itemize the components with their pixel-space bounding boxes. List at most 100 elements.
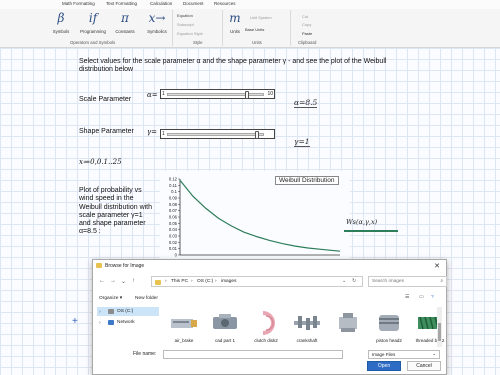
alpha-slider[interactable]: 1 10: [160, 89, 275, 99]
tab-resources[interactable]: Resources: [214, 1, 236, 6]
intro-text: Select values for the scale parameter α …: [79, 58, 387, 74]
chevron-down-icon[interactable]: ⌄: [342, 279, 346, 284]
up-icon[interactable]: ↑: [132, 278, 135, 284]
file-item[interactable]: cad part 1: [206, 307, 244, 347]
new-folder-button[interactable]: New folder: [135, 296, 158, 301]
nav-item-os-c[interactable]: › OS (C:): [97, 307, 159, 316]
gamma-slider[interactable]: 1: [160, 129, 275, 139]
forward-icon[interactable]: →: [110, 278, 116, 284]
y-tick-label: 0.06: [169, 215, 178, 220]
piston-head-thumbnail: [379, 315, 399, 331]
search-input[interactable]: Search images ⌕: [368, 276, 447, 287]
chart-title: Weibull Distribution: [275, 176, 339, 185]
file-item[interactable]: crankshaft: [288, 307, 326, 347]
alpha-slider-track[interactable]: [167, 91, 264, 99]
filename-label: File name:: [133, 351, 157, 357]
symbolics-button[interactable]: x→ Symbolics: [142, 12, 172, 34]
alpha-slider-thumb[interactable]: [245, 91, 250, 99]
dialog-titlebar: Browse for Image ✕: [93, 260, 446, 272]
view-options-icon[interactable]: ☰: [405, 295, 409, 300]
cancel-button[interactable]: Cancel: [407, 361, 441, 371]
alpha-variable: α=: [147, 91, 158, 99]
alpha-result: α=8.5: [294, 98, 318, 108]
constants-button[interactable]: π Constants: [110, 12, 140, 34]
file-item[interactable]: threaded bolt2: [411, 307, 449, 347]
filename-input[interactable]: [163, 350, 343, 359]
style-dropdown[interactable]: Equation: [177, 13, 193, 18]
folder-icon: [96, 263, 102, 268]
y-tick-label: 0.09: [169, 196, 178, 201]
pi-icon: π: [121, 11, 129, 25]
chevron-right-icon[interactable]: ›: [99, 320, 101, 326]
open-button[interactable]: Open: [367, 361, 401, 371]
y-tick-label: 0.07: [169, 208, 178, 213]
insert-cursor-icon: +: [72, 316, 78, 327]
group-units: Units: [252, 40, 262, 45]
close-icon[interactable]: ✕: [434, 262, 440, 270]
file-list: air_brake cad part 1 clutch disk2 cranks…: [165, 307, 444, 347]
air-brake-thumbnail: [171, 319, 197, 328]
file-item[interactable]: piston head2: [370, 307, 408, 347]
file-item[interactable]: air_brake: [165, 307, 203, 347]
legend-line: [344, 230, 398, 232]
drive-icon: [108, 309, 114, 314]
nav-item-network[interactable]: › Network: [97, 318, 159, 327]
cut-button[interactable]: Cut: [302, 14, 308, 19]
file-item[interactable]: clutch disk2: [247, 307, 285, 347]
chevron-down-icon[interactable]: ⌄: [121, 278, 126, 285]
equation-style-option[interactable]: Equation Style: [177, 31, 203, 36]
file-item[interactable]: [329, 307, 367, 347]
legend-label: Ws(α,γ,x): [346, 218, 378, 226]
y-tick-label: 0.03: [169, 234, 178, 239]
network-icon: [108, 320, 114, 325]
programming-button[interactable]: if Programming: [78, 12, 108, 34]
folder-icon: [155, 280, 161, 285]
breadcrumb-os-c[interactable]: OS (C:): [197, 279, 213, 284]
file-list-scrollbar[interactable]: [437, 307, 442, 347]
y-tick-label: 0.08: [169, 202, 178, 207]
breadcrumb-this-pc[interactable]: This PC: [171, 279, 188, 284]
y-tick-label: 0.01: [169, 246, 178, 251]
crankshaft-thumbnail: [294, 316, 320, 330]
group-style: Style: [193, 40, 203, 45]
browse-image-dialog: Browse for Image ✕ ← → ⌄ ↑ › This PC › O…: [92, 259, 447, 375]
units-icon: m: [229, 11, 241, 25]
gear-part-thumbnail: [339, 313, 357, 332]
unit-system-option[interactable]: Unit System: [250, 15, 272, 20]
y-tick-label: 0.02: [169, 240, 178, 245]
copy-button[interactable]: Copy: [302, 22, 311, 27]
plot-description: Plot of probability vs wind speed in the…: [79, 187, 153, 236]
organize-button[interactable]: Organize ▾: [99, 296, 122, 301]
refresh-icon[interactable]: ↻: [352, 279, 356, 284]
shape-parameter-label: Shape Parameter: [79, 128, 134, 135]
tab-math-formatting[interactable]: Math Formatting: [62, 1, 95, 6]
chevron-right-icon[interactable]: ›: [99, 309, 101, 315]
preview-pane-icon[interactable]: ▭: [419, 295, 424, 300]
tab-calculation[interactable]: Calculation: [150, 1, 172, 6]
file-type-select[interactable]: Image Files ⌄: [368, 350, 440, 359]
breadcrumb-images[interactable]: images: [221, 279, 236, 284]
base-units-button[interactable]: Base Units: [245, 27, 264, 32]
tab-text-formatting[interactable]: Text Formatting: [106, 1, 137, 6]
symbols-button[interactable]: β Symbols: [46, 12, 76, 34]
gamma-slider-thumb[interactable]: [254, 131, 259, 139]
ribbon-divider: [172, 10, 173, 46]
arrow-icon: x→: [148, 11, 166, 25]
back-icon[interactable]: ←: [99, 278, 105, 284]
ribbon: Math Formatting Text Formatting Calculat…: [0, 0, 500, 48]
search-icon: ⌕: [440, 279, 443, 284]
group-operators-symbols: Operators and Symbols: [70, 40, 116, 45]
if-icon: if: [88, 11, 98, 25]
tab-document[interactable]: Document: [183, 1, 204, 6]
subscript-option[interactable]: Subscript: [177, 22, 194, 27]
gamma-result: γ=1: [294, 137, 310, 147]
address-bar[interactable]: › This PC › OS (C:) › images ⌄ ↻: [151, 276, 363, 287]
help-icon[interactable]: ?: [431, 295, 434, 300]
clutch-disk-thumbnail: [262, 311, 275, 335]
filename-row: File name: Image Files ⌄: [133, 350, 443, 360]
paste-button[interactable]: Paste: [302, 31, 312, 36]
y-tick-label: 0.05: [169, 221, 178, 226]
gamma-slider-track[interactable]: [167, 131, 264, 139]
cad-part-thumbnail: [213, 314, 237, 329]
y-tick-label: 0.04: [169, 227, 178, 232]
